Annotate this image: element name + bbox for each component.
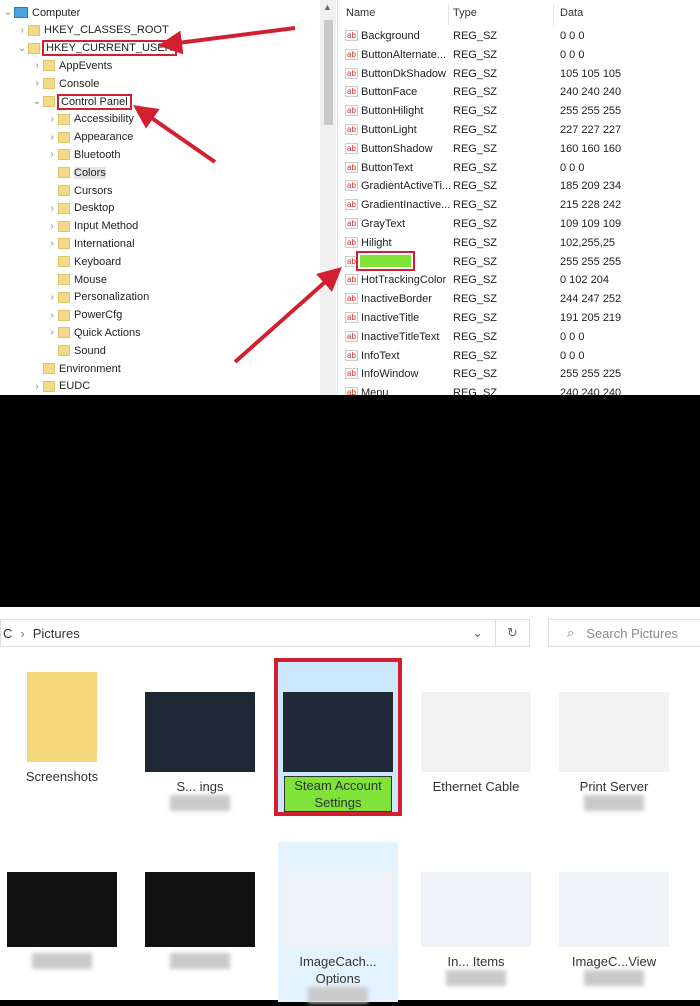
search-input[interactable]: ⌕ Search Pictures: [548, 619, 700, 647]
folder-item[interactable]: Screenshots: [2, 662, 122, 785]
image-thumbnail: [145, 872, 255, 947]
image-thumbnail: [559, 692, 669, 772]
file-item[interactable]: ImageCach... Options: [278, 842, 398, 1003]
folder-icon: [27, 672, 97, 762]
breadcrumb-pictures[interactable]: Pictures: [33, 626, 80, 641]
item-label: Print Server: [579, 779, 649, 794]
item-label: ImageCach... Options: [299, 954, 377, 986]
image-thumbnail: [283, 872, 393, 947]
blurred-text: [170, 953, 230, 969]
registry-editor: ⌄ Computer › HKEY_CLASSES_ROOT ⌄ HKEY_CURRENT…: [0, 0, 700, 395]
blurred-text: [584, 795, 644, 811]
blurred-text: [32, 953, 92, 969]
annotation-arrows: [133, 26, 342, 364]
item-label: Steam Account Settings: [284, 776, 392, 812]
file-item[interactable]: Steam Account Settings: [274, 658, 402, 816]
image-thumbnail: [7, 872, 117, 947]
blurred-text: [170, 795, 230, 811]
item-label: In... Items: [447, 954, 505, 969]
image-thumbnail: [283, 692, 393, 772]
blurred-text: [446, 970, 506, 986]
blurred-text: [584, 970, 644, 986]
item-label: Ethernet Cable: [432, 779, 520, 794]
search-placeholder: Search Pictures: [586, 625, 679, 641]
file-item[interactable]: Print Server: [554, 662, 674, 814]
breadcrumb-root[interactable]: C: [3, 626, 12, 641]
file-item[interactable]: [2, 842, 122, 972]
file-item[interactable]: S... ings: [140, 662, 260, 814]
refresh-icon[interactable]: ↻: [495, 620, 529, 646]
address-bar[interactable]: C › Pictures ⌄ ↻: [0, 619, 530, 647]
file-item[interactable]: Ethernet Cable: [416, 662, 536, 795]
image-thumbnail: [421, 872, 531, 947]
search-icon: ⌕: [567, 625, 575, 640]
item-label: Screenshots: [25, 769, 99, 784]
file-item[interactable]: [140, 842, 260, 972]
arrow-hkcu: [158, 26, 296, 55]
file-item[interactable]: ImageC...View: [554, 842, 674, 989]
blurred-text: [308, 987, 368, 1003]
chevron-down-icon[interactable]: ⌄: [472, 625, 483, 641]
file-item[interactable]: In... Items: [416, 842, 536, 989]
arrow-control-panel: [133, 105, 217, 164]
image-thumbnail: [421, 692, 531, 772]
image-thumbnail: [145, 692, 255, 772]
arrow-hilighttext: [233, 267, 342, 364]
item-label: ImageC...View: [571, 954, 657, 969]
image-thumbnail: [559, 872, 669, 947]
item-label: S... ings: [176, 779, 224, 794]
file-explorer: C › Pictures ⌄ ↻ ⌕ Search Pictures Scree…: [0, 607, 700, 1003]
breadcrumb-separator-icon: ›: [20, 625, 25, 641]
